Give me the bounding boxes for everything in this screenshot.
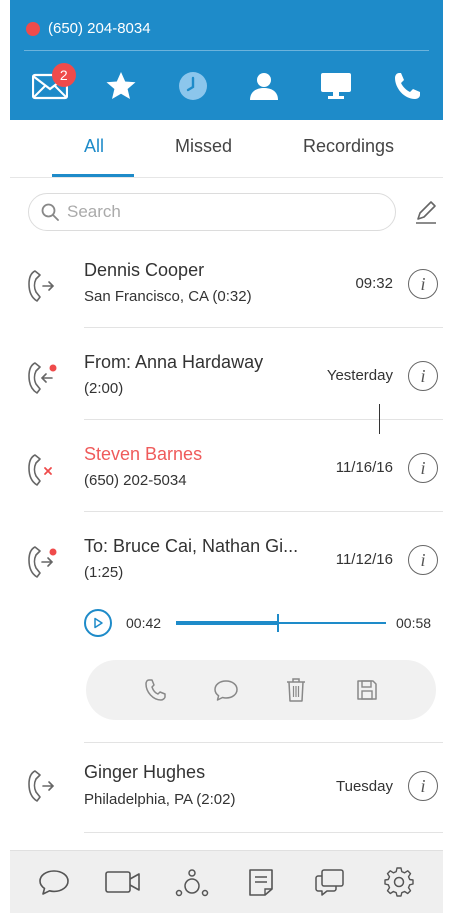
play-recording-button[interactable]: [84, 609, 112, 637]
conversations-icon: [314, 869, 344, 896]
app-window: (650) 204-8034 2 All Missed Recordings S…: [10, 0, 443, 913]
info-icon: i: [420, 365, 426, 386]
caller-name: To: Bruce Cai, Nathan Gi...: [84, 536, 299, 556]
call-details: (1:25): [84, 564, 124, 581]
top-nav: 2: [10, 60, 443, 112]
call-details: Philadelphia, PA (2:02): [84, 791, 236, 808]
header-divider: [24, 50, 429, 51]
row-divider: [84, 327, 443, 328]
row-divider: [84, 511, 443, 512]
contacts-icon: [250, 73, 279, 100]
call-details: (650) 202-5034: [84, 472, 187, 489]
star-icon: [106, 72, 136, 99]
notes-icon: [249, 869, 273, 896]
conversations-button[interactable]: [308, 860, 352, 904]
call-time: Yesterday: [326, 367, 393, 384]
caller-name: Ginger Hughes: [84, 762, 206, 782]
caller-name: Steven Barnes: [84, 444, 203, 464]
info-icon: i: [420, 775, 426, 796]
call-details: (2:00): [84, 380, 124, 397]
play-icon: [94, 617, 103, 629]
playback-elapsed: 00:42: [126, 615, 162, 631]
tab-all[interactable]: All: [84, 136, 104, 157]
call-info-button[interactable]: i: [408, 545, 438, 575]
row-divider: [84, 742, 443, 743]
settings-button[interactable]: [377, 860, 421, 904]
search-input[interactable]: [67, 202, 367, 222]
row-divider: [84, 832, 443, 833]
missed-call-icon: [28, 454, 52, 486]
call-history-tabs: All Missed Recordings: [10, 120, 443, 178]
caller-name: From: Anna Hardaway: [84, 352, 264, 372]
settings-icon: [383, 867, 414, 897]
outgoing-recorded-call-icon: [28, 546, 57, 578]
save-icon: [357, 680, 377, 700]
call-back-button[interactable]: [138, 673, 172, 707]
chat-bubble-icon: [214, 680, 238, 701]
call-details: San Francisco, CA (0:32): [84, 288, 252, 305]
meeting-icon: [175, 869, 209, 897]
nav-phone[interactable]: [385, 66, 429, 106]
notes-button[interactable]: [239, 860, 283, 904]
nav-favorites[interactable]: [99, 66, 143, 106]
meeting-button[interactable]: [170, 860, 214, 904]
delete-recording-button[interactable]: [279, 673, 313, 707]
info-icon: i: [420, 457, 426, 478]
call-time: 11/12/16: [335, 551, 393, 568]
call-info-button[interactable]: i: [408, 269, 438, 299]
tab-missed[interactable]: Missed: [175, 136, 232, 157]
outgoing-call-icon: [28, 270, 55, 302]
phone-icon: [145, 679, 166, 701]
nav-contacts[interactable]: [242, 66, 286, 106]
info-icon: i: [420, 273, 426, 294]
recording-actions: [86, 660, 436, 720]
presence-dot: [26, 21, 40, 36]
playback-slider[interactable]: [176, 614, 386, 632]
call-time: 11/16/16: [335, 459, 393, 476]
phone-icon: [395, 73, 421, 99]
nav-messages[interactable]: 2: [28, 63, 76, 106]
presence-status[interactable]: (650) 204-8034: [26, 20, 151, 37]
chat-button[interactable]: [32, 860, 76, 904]
nav-screen-share[interactable]: [314, 66, 358, 106]
video-button[interactable]: [101, 860, 145, 904]
caller-name: Dennis Cooper: [84, 260, 205, 280]
trash-icon: [287, 678, 306, 702]
clock-icon: [178, 72, 207, 100]
call-time: 09:32: [355, 275, 393, 292]
own-phone-number: (650) 204-8034: [48, 20, 151, 37]
incoming-recorded-call-icon: [28, 362, 57, 394]
call-info-button[interactable]: i: [408, 361, 438, 391]
call-info-button[interactable]: i: [408, 771, 438, 801]
info-icon: i: [420, 549, 426, 570]
monitor-icon: [320, 73, 351, 99]
header: (650) 204-8034 2: [10, 0, 443, 120]
bottom-toolbar: [10, 850, 443, 913]
active-tab-indicator: [52, 174, 134, 177]
row-divider: [84, 419, 443, 420]
call-time: Tuesday: [336, 778, 393, 795]
search-icon: [41, 203, 59, 221]
unread-badge: 2: [51, 63, 76, 87]
save-recording-button[interactable]: [350, 673, 384, 707]
playback-total: 00:58: [396, 615, 432, 631]
tab-recordings[interactable]: Recordings: [303, 136, 394, 157]
text-cursor: [379, 404, 380, 434]
message-button[interactable]: [209, 673, 243, 707]
search-box[interactable]: [28, 193, 396, 231]
chat-icon: [39, 870, 70, 895]
compose-pencil-icon[interactable]: [414, 199, 438, 225]
playback-progress: [176, 621, 277, 625]
outgoing-call-icon: [28, 770, 55, 802]
playback-handle[interactable]: [277, 614, 279, 632]
nav-recents[interactable]: [171, 66, 215, 106]
call-info-button[interactable]: i: [408, 453, 438, 483]
video-icon: [105, 871, 141, 893]
